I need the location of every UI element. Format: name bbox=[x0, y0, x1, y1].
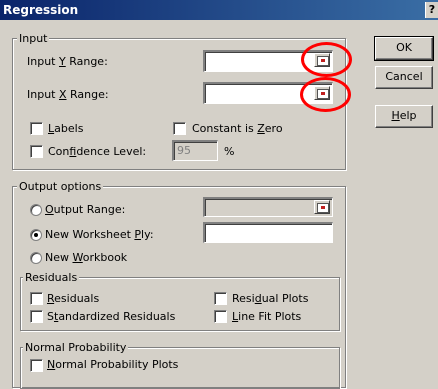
confidence-level-field[interactable]: 95 bbox=[172, 140, 218, 161]
output-range-selector-button[interactable] bbox=[314, 200, 330, 214]
residuals-label: Residuals bbox=[47, 292, 100, 305]
standardized-residuals-label: Standardized Residuals bbox=[47, 310, 176, 323]
title-help-button[interactable]: ? bbox=[425, 2, 438, 18]
output-range-radio[interactable] bbox=[30, 204, 42, 216]
line-fit-plots-label: Line Fit Plots bbox=[232, 310, 302, 323]
input-x-range-label: Input X Range: bbox=[27, 88, 109, 101]
normal-probability-plots-checkbox[interactable] bbox=[30, 359, 43, 372]
standardized-residuals-checkbox[interactable] bbox=[30, 310, 43, 323]
normal-probability-plots-label: Normal Probability Plots bbox=[47, 358, 179, 371]
residuals-legend: Residuals bbox=[23, 271, 80, 284]
residual-plots-checkbox[interactable] bbox=[214, 292, 227, 305]
range-selector-icon bbox=[317, 56, 329, 66]
input-x-range-selector-button[interactable] bbox=[314, 86, 330, 100]
confidence-level-checkbox[interactable] bbox=[30, 145, 43, 158]
cancel-button[interactable]: Cancel bbox=[375, 66, 433, 89]
output-options-legend: Output options bbox=[17, 180, 104, 193]
output-range-label: Output Range: bbox=[45, 203, 126, 216]
dialog-title: Regression bbox=[3, 3, 79, 17]
confidence-level-label: Confidence Level: bbox=[48, 145, 147, 158]
title-bar: Regression ? bbox=[0, 0, 438, 20]
labels-checkbox[interactable] bbox=[30, 122, 43, 135]
input-group-legend: Input bbox=[17, 32, 50, 45]
help-button[interactable]: Help bbox=[375, 105, 433, 128]
input-y-range-selector-button[interactable] bbox=[314, 53, 330, 67]
confidence-level-unit: % bbox=[224, 145, 235, 158]
constant-is-zero-checkbox[interactable] bbox=[173, 122, 186, 135]
new-workbook-radio[interactable] bbox=[30, 252, 42, 264]
normal-probability-legend: Normal Probability bbox=[23, 341, 129, 354]
residual-plots-label: Residual Plots bbox=[232, 292, 309, 305]
new-worksheet-ply-radio[interactable] bbox=[30, 229, 42, 241]
residuals-checkbox[interactable] bbox=[30, 292, 43, 305]
input-y-range-label: Input Y Range: bbox=[27, 55, 108, 68]
line-fit-plots-checkbox[interactable] bbox=[214, 310, 227, 323]
range-selector-icon bbox=[317, 203, 329, 213]
new-workbook-label: New Workbook bbox=[45, 251, 128, 264]
labels-label: Labels bbox=[48, 122, 84, 135]
constant-is-zero-label: Constant is Zero bbox=[192, 122, 283, 135]
new-worksheet-ply-label: New Worksheet Ply: bbox=[45, 228, 154, 241]
ok-button[interactable]: OK bbox=[374, 36, 434, 61]
range-selector-icon bbox=[317, 89, 329, 99]
new-worksheet-ply-field[interactable] bbox=[203, 222, 333, 243]
